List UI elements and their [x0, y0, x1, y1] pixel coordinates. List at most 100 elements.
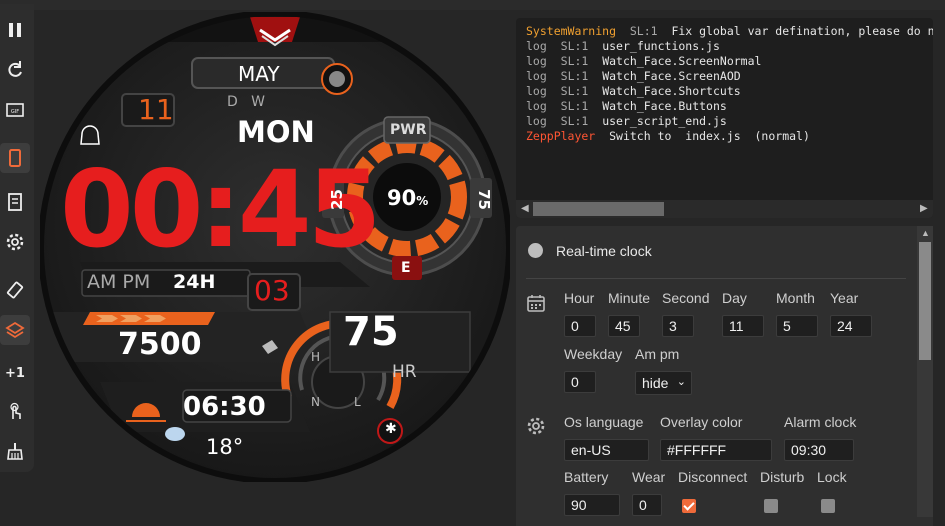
disturb-checkbox[interactable]: [764, 499, 778, 513]
compass-l: L: [354, 395, 361, 409]
battery-empty-label: E: [401, 260, 411, 276]
scrollbar-thumb[interactable]: [533, 202, 664, 216]
steps-value: 7500: [118, 327, 202, 362]
console-horizontal-scrollbar[interactable]: ◀ ▶: [516, 200, 933, 218]
console-line: ZeppPlayer Switch to index.js (normal): [526, 129, 810, 143]
minute-field[interactable]: [608, 315, 640, 337]
battery-field[interactable]: [564, 494, 620, 516]
touch-button[interactable]: [0, 397, 30, 427]
console-line: log SL:1 Watch_Face.ScreenAOD: [526, 69, 741, 83]
battery-gauge-right: 75: [474, 189, 493, 210]
os-language-field[interactable]: [564, 439, 649, 461]
week-number: 03: [254, 274, 290, 307]
day-label: Day: [722, 290, 747, 306]
overlay-color-label: Overlay color: [660, 414, 743, 430]
realtime-clock-label: Real-time clock: [556, 243, 652, 259]
day-of-week-letters: D W: [227, 94, 265, 110]
power-label: PWR: [390, 122, 427, 138]
bluetooth-icon: ✱: [385, 421, 397, 437]
left-toolbar: GIF +1: [0, 4, 34, 472]
console-line: log SL:1 user_script_end.js: [526, 114, 727, 128]
svg-text:GIF: GIF: [11, 109, 19, 115]
battery-percent: 90%: [387, 188, 428, 209]
heart-rate-unit: HR: [392, 362, 417, 382]
battery-unit: %: [416, 194, 429, 208]
alarm-clock-field[interactable]: [784, 439, 854, 461]
compass-n: N: [311, 395, 320, 409]
minute-label: Minute: [608, 290, 651, 306]
document-button[interactable]: [0, 187, 30, 217]
ampm-select[interactable]: hide ⌄: [635, 371, 692, 395]
scroll-up-icon[interactable]: ▲: [921, 228, 930, 238]
year-field[interactable]: [830, 315, 872, 337]
device-icon: [9, 149, 21, 167]
lock-checkbox[interactable]: [821, 499, 835, 513]
layers-button[interactable]: [0, 315, 30, 345]
console-panel[interactable]: SystemWarning SL:1 Fix global var defina…: [516, 18, 933, 218]
digital-time: 00:45: [60, 148, 381, 271]
scroll-right-icon[interactable]: ▶: [920, 203, 928, 214]
weekday-field[interactable]: [564, 371, 596, 393]
calendar-icon: [527, 295, 545, 312]
hour-format-label: 24H: [173, 271, 216, 293]
hour-label: Hour: [564, 290, 595, 306]
overlay-color-field[interactable]: [660, 439, 772, 461]
console-line: SystemWarning SL:1 Fix global var defina…: [526, 24, 933, 38]
ampm-label: Am pm: [635, 346, 680, 362]
weekday-label: Weekday: [564, 346, 623, 362]
wear-field[interactable]: [632, 494, 662, 516]
day-field[interactable]: [722, 315, 764, 337]
disturb-label: Disturb: [760, 469, 805, 485]
touch-icon: [10, 402, 21, 419]
gif-button[interactable]: GIF: [0, 95, 30, 125]
watch-preview[interactable]: MAY 11 D W MON 00:45 AM PM 24H 03 PWR 25…: [38, 10, 512, 484]
scroll-left-icon[interactable]: ◀: [521, 203, 529, 214]
console-line: log SL:1 Watch_Face.Buttons: [526, 99, 727, 113]
console-line: log SL:1 user_functions.js: [526, 39, 720, 53]
temperature: 18°: [206, 435, 244, 459]
alarm-clock-label: Alarm clock: [784, 414, 857, 430]
battery-label: Battery: [564, 469, 609, 485]
svg-text:+1: +1: [5, 366, 25, 381]
document-icon: [8, 193, 22, 211]
day-number: 11: [138, 93, 174, 126]
settings-vertical-scrollbar[interactable]: ▲: [917, 226, 933, 517]
pause-button[interactable]: [0, 15, 30, 45]
rotate-button[interactable]: [0, 275, 30, 305]
rotate-icon: [6, 281, 24, 299]
disconnect-checkbox[interactable]: [682, 499, 696, 513]
gif-icon: GIF: [6, 103, 24, 117]
gear-icon: [6, 233, 24, 251]
battery-value: 90: [387, 186, 417, 210]
month-field[interactable]: [776, 315, 818, 337]
broom-icon: [7, 443, 23, 460]
realtime-clock-radio[interactable]: [528, 243, 543, 258]
console-log: SystemWarning SL:1 Fix global var defina…: [526, 24, 933, 144]
hour-field[interactable]: [564, 315, 596, 337]
month-label: MAY: [238, 62, 280, 86]
console-line: log SL:1 Watch_Face.ScreenNormal: [526, 54, 762, 68]
top-bar: [0, 0, 945, 10]
scrollbar-thumb[interactable]: [919, 242, 931, 360]
settings-button[interactable]: [0, 227, 30, 257]
disconnect-label: Disconnect: [678, 469, 748, 485]
second-field[interactable]: [662, 315, 694, 337]
chevron-down-icon: ⌄: [676, 376, 686, 388]
battery-gauge-left: 25: [327, 189, 346, 210]
plus-one-icon: +1: [5, 366, 25, 381]
divider: [526, 278, 906, 279]
reload-icon: [8, 61, 22, 77]
device-button[interactable]: [0, 143, 30, 173]
os-language-label: Os language: [564, 414, 644, 430]
pause-icon: [9, 23, 21, 37]
lock-label: Lock: [817, 469, 847, 485]
gear-icon: [527, 417, 545, 435]
sunset-time: 06:30: [183, 392, 266, 422]
ampm-select-value: hide: [642, 375, 669, 391]
clean-button[interactable]: [0, 436, 30, 466]
reload-button[interactable]: [0, 55, 30, 85]
year-label: Year: [830, 290, 859, 306]
weekday-label: MON: [237, 115, 315, 149]
plus-one-button[interactable]: +1: [0, 357, 30, 387]
second-label: Second: [662, 290, 710, 306]
